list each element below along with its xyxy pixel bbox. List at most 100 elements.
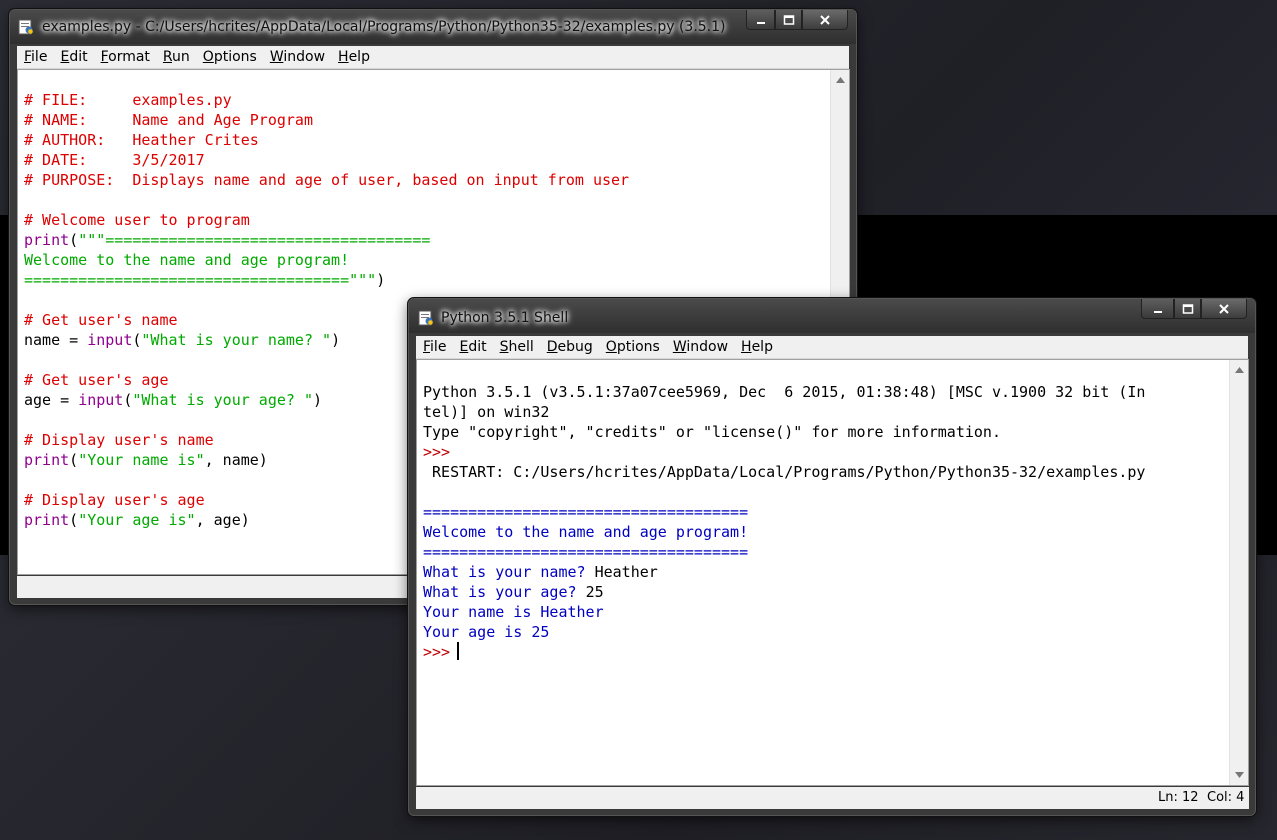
code-line: Welcome to the name and age program! <box>24 251 350 269</box>
close-icon <box>1219 303 1229 314</box>
menu-debug[interactable]: Debug <box>540 339 593 355</box>
shell-line: Your name is Heather <box>423 603 604 621</box>
shell-line: ==================================== <box>423 503 749 521</box>
menu-options[interactable]: Options <box>599 339 660 355</box>
paren-token: ) <box>331 331 341 349</box>
menu-edit[interactable]: Edit <box>452 339 486 355</box>
menu-accel: H <box>741 339 752 355</box>
minimize-button[interactable] <box>1141 299 1174 319</box>
menu-window[interactable]: Window <box>666 339 728 355</box>
shell-line: Type "copyright", "credits" or "license(… <box>423 423 1001 441</box>
close-icon <box>820 14 830 25</box>
plain-token: , age) <box>195 511 250 529</box>
menu-format[interactable]: Format <box>94 49 150 65</box>
maximize-button[interactable] <box>1174 299 1201 319</box>
arrow-down-icon <box>1235 772 1244 778</box>
scroll-up-button[interactable] <box>831 71 849 89</box>
string-token: "Your name is" <box>78 451 205 469</box>
paren-token: ( <box>69 231 79 249</box>
scroll-up-button[interactable] <box>1230 361 1248 379</box>
status-line-number: Ln: 12 <box>1158 790 1199 805</box>
shell-line: ==================================== <box>423 543 749 561</box>
shell-menubar: File Edit Shell Debug Options Window Hel… <box>416 336 1248 359</box>
output-token: What is your age? <box>423 583 586 601</box>
menu-shell[interactable]: Shell <box>493 339 534 355</box>
menu-label: elp <box>348 49 370 65</box>
scroll-down-button[interactable] <box>1230 766 1248 784</box>
menu-accel: H <box>338 49 349 65</box>
editor-titlebar[interactable]: examples.py - C:/Users/hcrites/AppData/L… <box>10 10 856 44</box>
menu-accel: E <box>60 49 70 65</box>
paren-token: ) <box>376 271 386 289</box>
shell-window-controls <box>1141 299 1247 319</box>
menu-options[interactable]: Options <box>196 49 257 65</box>
status-column-number: Col: 4 <box>1207 790 1245 805</box>
string-token: "What is your name? " <box>141 331 332 349</box>
shell-titlebar[interactable]: Python 3.5.1 Shell <box>409 299 1255 333</box>
menu-label: ptions <box>616 339 660 355</box>
menu-file[interactable]: File <box>17 49 47 65</box>
maximize-icon <box>1182 303 1193 314</box>
shell-prompt: >>> <box>423 643 460 661</box>
menu-label: ptions <box>213 49 257 65</box>
shell-statusbar: Ln: 12 Col: 4 <box>416 787 1249 809</box>
string-token: ====================================""" <box>24 271 377 289</box>
maximize-icon <box>783 14 794 25</box>
string-token: "Your age is" <box>78 511 196 529</box>
menu-accel: W <box>672 339 687 355</box>
minimize-icon <box>756 21 765 24</box>
shell-line: What is your name? Heather <box>423 562 1145 582</box>
menu-label: un <box>172 49 190 65</box>
menu-edit[interactable]: Edit <box>53 49 87 65</box>
paren-token: ( <box>69 511 79 529</box>
plain-token: , name) <box>204 451 268 469</box>
menu-label: ormat <box>108 49 150 65</box>
menu-accel: D <box>546 339 558 355</box>
menu-help[interactable]: Help <box>734 339 773 355</box>
code-line: # NAME: Name and Age Program <box>24 111 313 129</box>
editor-window-controls <box>746 10 848 30</box>
arrow-up-icon <box>836 77 845 83</box>
shell-line: Your age is 25 <box>423 623 550 641</box>
string-token: """==================================== <box>78 231 431 249</box>
menu-label: ile <box>430 339 447 355</box>
code-line: # FILE: examples.py <box>24 91 232 109</box>
builtin-token: print <box>24 451 70 469</box>
menu-file[interactable]: File <box>416 339 446 355</box>
shell-line: >>> <box>423 642 1145 662</box>
menu-label: indow <box>686 339 729 355</box>
minimize-icon <box>1153 310 1162 313</box>
menu-window[interactable]: Window <box>263 49 325 65</box>
shell-output[interactable]: Python 3.5.1 (v3.5.1:37a07cee5969, Dec 6… <box>416 359 1249 786</box>
menu-label: ile <box>31 49 48 65</box>
menu-label: elp <box>751 339 773 355</box>
code-line: # AUTHOR: Heather Crites <box>24 131 259 149</box>
editor-window-title: examples.py - C:/Users/hcrites/AppData/L… <box>42 19 726 35</box>
python-shell-icon <box>418 310 433 326</box>
menu-accel: R <box>162 49 173 65</box>
close-button[interactable] <box>1201 299 1247 319</box>
paren-token: ( <box>69 451 79 469</box>
shell-line: Python 3.5.1 (v3.5.1:37a07cee5969, Dec 6… <box>423 383 1146 401</box>
maximize-button[interactable] <box>775 10 802 30</box>
string-token: "What is your age? " <box>132 391 313 409</box>
builtin-token: input <box>87 331 133 349</box>
menu-help[interactable]: Help <box>331 49 370 65</box>
editor-menubar: File Edit Format Run Options Window Help <box>17 46 849 69</box>
menu-run[interactable]: Run <box>156 49 190 65</box>
minimize-button[interactable] <box>746 10 775 30</box>
code-line: # DATE: 3/5/2017 <box>24 151 205 169</box>
code-line: # PURPOSE: Displays name and age of user… <box>24 171 630 189</box>
shell-line: RESTART: C:/Users/hcrites/AppData/Local/… <box>423 463 1146 481</box>
shell-window[interactable]: Python 3.5.1 Shell File Edit Shell Debug… <box>408 298 1256 816</box>
menu-label: dit <box>468 339 487 355</box>
close-button[interactable] <box>802 10 848 30</box>
builtin-token: input <box>78 391 124 409</box>
paren-token: ) <box>313 391 323 409</box>
shell-line: What is your age? 25 <box>423 582 1145 602</box>
shell-line: tel)] on win32 <box>423 403 550 421</box>
shell-vertical-scrollbar[interactable] <box>1229 360 1248 785</box>
menu-label: dit <box>69 49 88 65</box>
